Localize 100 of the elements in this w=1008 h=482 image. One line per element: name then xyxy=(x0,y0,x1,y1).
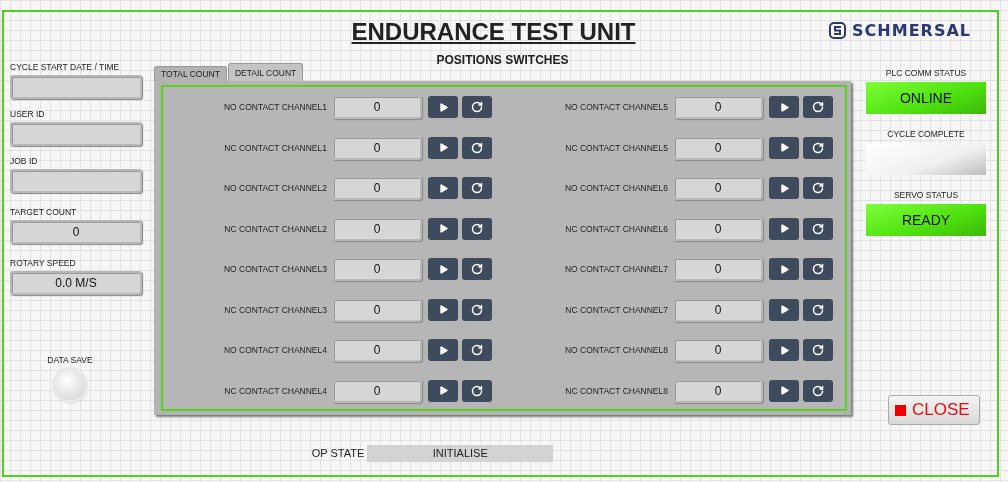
play-button[interactable] xyxy=(428,136,458,159)
count-display: 0 xyxy=(673,216,763,241)
channel-label: NO CONTACT CHANNEL1 xyxy=(223,102,327,112)
count-display: 0 xyxy=(673,95,763,119)
play-icon xyxy=(437,385,449,397)
count-display: 0 xyxy=(673,135,763,160)
count-display: 0 xyxy=(332,338,422,363)
reset-button[interactable] xyxy=(462,379,492,402)
field-label: USER ID xyxy=(10,109,46,119)
reset-icon xyxy=(471,222,483,235)
reset-button[interactable] xyxy=(803,217,833,240)
play-icon xyxy=(778,142,790,154)
play-icon xyxy=(778,263,790,275)
count-display: 0 xyxy=(332,95,422,119)
play-button[interactable] xyxy=(428,258,458,281)
channel-label: NC CONTACT CHANNEL4 xyxy=(224,385,327,396)
reset-icon xyxy=(812,263,824,276)
stop-icon xyxy=(895,404,906,416)
reset-icon xyxy=(471,101,483,113)
reset-button[interactable] xyxy=(462,96,492,118)
reset-button[interactable] xyxy=(462,298,492,321)
play-button[interactable] xyxy=(769,217,799,240)
reset-button[interactable] xyxy=(803,258,833,281)
reset-button[interactable] xyxy=(462,217,492,240)
channel-label: NO CONTACT CHANNEL3 xyxy=(223,264,327,275)
channel-label: NO CONTACT CHANNEL5 xyxy=(564,102,668,112)
play-icon xyxy=(778,304,790,316)
play-button[interactable] xyxy=(428,298,458,321)
reset-button[interactable] xyxy=(803,298,833,321)
channel-label: NC CONTACT CHANNEL6 xyxy=(565,223,668,234)
op-state-label: OP STATE xyxy=(311,447,365,459)
reset-icon xyxy=(812,384,824,397)
play-icon xyxy=(778,385,790,397)
channel-label: NO CONTACT CHANNEL6 xyxy=(564,183,668,194)
play-button[interactable] xyxy=(769,258,799,281)
tab[interactable]: TOTAL COUNT xyxy=(154,66,227,81)
play-button[interactable] xyxy=(769,136,799,159)
play-button[interactable] xyxy=(769,339,799,362)
count-display: 0 xyxy=(332,297,422,322)
display-field: 0 xyxy=(10,220,142,244)
reset-icon xyxy=(812,182,824,195)
play-button[interactable] xyxy=(428,96,458,118)
reset-icon xyxy=(812,344,824,357)
count-display: 0 xyxy=(332,176,422,201)
logo-icon xyxy=(829,21,847,39)
play-button[interactable] xyxy=(428,339,458,362)
reset-button[interactable] xyxy=(462,339,492,362)
field-label: ROTARY SPEED xyxy=(10,258,77,268)
channel-label: NO CONTACT CHANNEL4 xyxy=(223,345,327,356)
play-button[interactable] xyxy=(428,217,458,240)
count-display: 0 xyxy=(673,257,763,282)
op-state-field: INITIALISE xyxy=(367,444,554,462)
reset-button[interactable] xyxy=(462,177,492,200)
field-label: JOB ID xyxy=(10,156,39,166)
play-button[interactable] xyxy=(769,96,799,118)
play-icon xyxy=(437,263,449,275)
reset-icon xyxy=(812,222,824,235)
play-icon xyxy=(437,304,449,316)
reset-icon xyxy=(471,263,483,276)
reset-button[interactable] xyxy=(803,136,833,159)
status-label: PLC COMM STATUS xyxy=(885,68,967,78)
play-button[interactable] xyxy=(428,379,458,402)
play-icon xyxy=(778,182,790,194)
reset-icon xyxy=(812,141,824,154)
play-button[interactable] xyxy=(769,177,799,200)
reset-button[interactable] xyxy=(462,136,492,159)
count-display: 0 xyxy=(332,378,422,403)
status-label: SERVO STATUS xyxy=(893,190,959,200)
channel-label: NC CONTACT CHANNEL1 xyxy=(224,142,327,153)
channel-label: NC CONTACT CHANNEL3 xyxy=(224,304,327,315)
play-button[interactable] xyxy=(428,177,458,200)
count-display: 0 xyxy=(332,135,422,160)
count-display: 0 xyxy=(332,257,422,282)
play-icon xyxy=(437,142,449,154)
status-indicator: ONLINE xyxy=(866,82,986,114)
play-icon xyxy=(437,223,449,235)
reset-icon xyxy=(471,141,483,154)
channel-label: NO CONTACT CHANNEL8 xyxy=(564,345,668,356)
reset-button[interactable] xyxy=(803,177,833,200)
play-button[interactable] xyxy=(769,298,799,321)
app-title: ENDURANCE TEST UNIT xyxy=(351,17,636,46)
reset-icon xyxy=(812,101,824,113)
play-icon xyxy=(437,101,449,113)
reset-button[interactable] xyxy=(803,339,833,362)
reset-button[interactable] xyxy=(462,258,492,281)
play-icon xyxy=(437,182,449,194)
channel-label: NC CONTACT CHANNEL7 xyxy=(565,304,668,315)
status-label: CYCLE COMPLETE xyxy=(887,129,965,139)
tab[interactable]: DETAIL COUNT xyxy=(227,63,304,81)
channel-label: NC CONTACT CHANNEL8 xyxy=(565,385,668,396)
reset-icon xyxy=(471,344,483,357)
play-button[interactable] xyxy=(769,379,799,402)
reset-icon xyxy=(471,182,483,195)
close-button[interactable]: CLOSE xyxy=(888,395,980,425)
reset-button[interactable] xyxy=(803,379,833,402)
reset-button[interactable] xyxy=(803,96,833,118)
display-field: 0.0 M/S xyxy=(10,271,142,295)
play-icon xyxy=(437,344,449,356)
count-display: 0 xyxy=(332,216,422,241)
count-display: 0 xyxy=(673,338,763,363)
